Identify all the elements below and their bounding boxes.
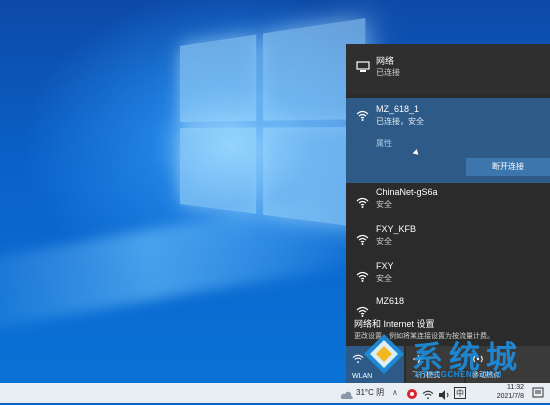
properties-link[interactable]: 属性 <box>376 138 392 149</box>
taskbar: 31°C 阴 ∧ 中 11:32 2021/7/8 <box>0 383 550 403</box>
wifi-icon <box>356 195 369 213</box>
network-name: MZ618 <box>376 296 405 306</box>
network-header-title: 网络 <box>376 56 395 66</box>
watermark-url: XITONGCHENG.COM <box>414 370 502 379</box>
disconnect-button[interactable]: 断开连接 <box>466 158 550 176</box>
network-name: FXY <box>376 261 394 271</box>
network-security: 安全 <box>376 237 392 246</box>
network-header[interactable]: 网络 已连接 <box>346 44 550 94</box>
notification-center-icon[interactable] <box>532 386 544 404</box>
network-item[interactable]: FXY_KFB 安全 <box>346 220 550 256</box>
ethernet-monitor-icon <box>356 60 370 78</box>
active-network-name: MZ_618_1 <box>376 104 420 114</box>
logo-pane-top-left <box>180 34 257 122</box>
ime-icon[interactable]: 中 <box>454 386 466 404</box>
network-security: 安全 <box>376 200 392 209</box>
logo-pane-bottom-left <box>180 127 257 214</box>
network-item[interactable]: ChinaNet-gS6a 安全 <box>346 183 550 219</box>
wifi-icon <box>356 232 369 250</box>
clock[interactable]: 11:32 2021/7/8 <box>476 383 528 403</box>
wifi-icon <box>356 108 369 126</box>
network-name: FXY_KFB <box>376 224 417 234</box>
svg-text:中: 中 <box>456 388 464 398</box>
mouse-cursor-icon <box>412 149 421 157</box>
tray-app-icon[interactable] <box>406 387 418 405</box>
wifi-icon <box>356 269 369 287</box>
volume-icon[interactable] <box>438 387 450 405</box>
network-item[interactable]: FXY 安全 <box>346 257 550 293</box>
watermark: 系统城 XITONGCHENG.COM <box>362 330 550 390</box>
clock-date: 2021/7/8 <box>496 393 524 400</box>
weather-widget[interactable]: 31°C 阴 <box>356 383 384 403</box>
watermark-logo-icon <box>364 334 404 374</box>
clock-time: 11:32 <box>507 384 524 391</box>
network-name: ChinaNet-gS6a <box>376 187 438 197</box>
weather-cloud-icon <box>340 387 354 405</box>
active-network-status: 已连接，安全 <box>376 117 424 126</box>
tray-overflow-chevron-icon[interactable]: ∧ <box>392 383 398 403</box>
active-network-item[interactable]: MZ_618_1 已连接，安全 属性 断开连接 <box>346 98 550 183</box>
network-tray-icon[interactable] <box>422 387 434 405</box>
network-header-status: 已连接 <box>376 68 400 77</box>
network-security: 安全 <box>376 274 392 283</box>
network-settings-link[interactable]: 网络和 Internet 设置 <box>354 317 435 330</box>
